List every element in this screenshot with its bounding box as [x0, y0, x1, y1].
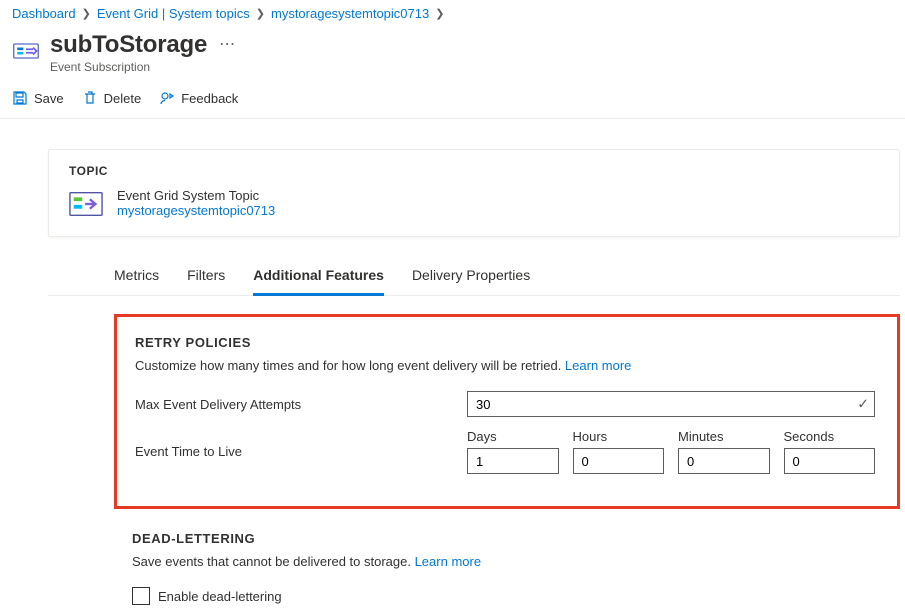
ttl-days-label: Days: [467, 429, 559, 444]
command-bar: Save Delete Feedback: [0, 86, 905, 119]
retry-title: RETRY POLICIES: [135, 335, 875, 350]
ttl-seconds-input[interactable]: [784, 448, 876, 474]
page-title: subToStorage: [50, 31, 207, 59]
event-grid-topic-icon: [69, 190, 103, 218]
save-label: Save: [34, 91, 64, 106]
retry-learn-more-link[interactable]: Learn more: [565, 358, 631, 373]
max-attempts-input[interactable]: [467, 391, 875, 417]
chevron-right-icon: ❯: [82, 7, 91, 20]
topic-name-link[interactable]: mystoragesystemtopic0713: [117, 203, 275, 218]
max-attempts-row: Max Event Delivery Attempts ✓: [135, 391, 875, 417]
retry-description: Customize how many times and for how lon…: [135, 358, 875, 373]
ttl-hours-input[interactable]: [573, 448, 665, 474]
breadcrumb-systemtopics[interactable]: Event Grid | System topics: [97, 6, 250, 21]
page-header: subToStorage ⋯ Event Subscription: [0, 25, 905, 86]
tab-filters[interactable]: Filters: [187, 261, 225, 296]
save-icon: [12, 90, 28, 106]
checkbox-icon: [132, 587, 150, 605]
tab-metrics[interactable]: Metrics: [114, 261, 159, 296]
tab-additional-features[interactable]: Additional Features: [253, 261, 384, 296]
more-actions-button[interactable]: ⋯: [219, 37, 235, 53]
chevron-right-icon: ❯: [435, 7, 444, 20]
chevron-right-icon: ❯: [256, 7, 265, 20]
delete-button[interactable]: Delete: [82, 90, 142, 106]
breadcrumb-dashboard[interactable]: Dashboard: [12, 6, 76, 21]
topic-type-label: Event Grid System Topic: [117, 188, 275, 203]
enable-deadletter-label: Enable dead-lettering: [158, 589, 282, 604]
max-attempts-label: Max Event Delivery Attempts: [135, 397, 467, 412]
deadletter-description: Save events that cannot be delivered to …: [132, 554, 878, 569]
ttl-row: Event Time to Live Days Hours Minutes: [135, 429, 875, 474]
ttl-seconds-label: Seconds: [784, 429, 876, 444]
breadcrumb: Dashboard ❯ Event Grid | System topics ❯…: [0, 0, 905, 25]
enable-deadletter-checkbox[interactable]: Enable dead-lettering: [132, 587, 878, 605]
feedback-label: Feedback: [181, 91, 238, 106]
ttl-days-input[interactable]: [467, 448, 559, 474]
topic-card: TOPIC Event Grid System Topic mystorages…: [48, 149, 900, 237]
feedback-icon: [159, 90, 175, 106]
delete-icon: [82, 90, 98, 106]
page-subtitle: Event Subscription: [50, 60, 893, 74]
ttl-hours-label: Hours: [573, 429, 665, 444]
delete-label: Delete: [104, 91, 142, 106]
retry-policies-section: RETRY POLICIES Customize how many times …: [114, 314, 900, 509]
topic-section-label: TOPIC: [69, 164, 879, 178]
ttl-label: Event Time to Live: [135, 444, 467, 459]
tab-bar: Metrics Filters Additional Features Deli…: [48, 255, 900, 296]
ttl-minutes-input[interactable]: [678, 448, 770, 474]
deadletter-learn-more-link[interactable]: Learn more: [415, 554, 481, 569]
tab-delivery-properties[interactable]: Delivery Properties: [412, 261, 530, 296]
save-button[interactable]: Save: [12, 90, 64, 106]
dead-lettering-section: DEAD-LETTERING Save events that cannot b…: [114, 509, 900, 615]
breadcrumb-topicname[interactable]: mystoragesystemtopic0713: [271, 6, 429, 21]
ttl-minutes-label: Minutes: [678, 429, 770, 444]
event-subscription-icon: [12, 37, 40, 65]
deadletter-title: DEAD-LETTERING: [132, 531, 878, 546]
feedback-button[interactable]: Feedback: [159, 90, 238, 106]
